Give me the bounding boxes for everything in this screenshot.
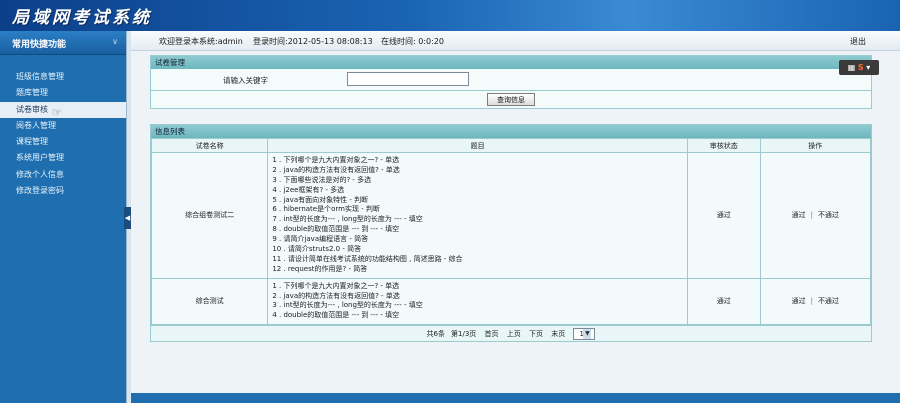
sidebar-item-question-bank[interactable]: 题库管理	[0, 85, 126, 101]
approve-link[interactable]: 通过	[792, 211, 806, 219]
exit-link[interactable]: 退出	[850, 36, 866, 47]
next-page-link[interactable]: 下页	[529, 330, 543, 338]
sidebar-item-edit-profile[interactable]: 修改个人信息	[0, 167, 126, 183]
sidebar-item-change-password[interactable]: 修改登录密码	[0, 183, 126, 199]
search-panel: 试卷管理 请输入关键字 查询信息	[150, 55, 872, 109]
sidebar-menu: 班级信息管理 题库管理 试卷审核 ☞ 阅卷人管理 课程管理 系统用户管理 修改个人…	[0, 69, 126, 199]
bottom-frame	[131, 393, 900, 403]
question-item: 10 . 请简介struts2.0 - 简答	[272, 245, 362, 254]
page-select[interactable]: 1 ▼	[573, 328, 596, 341]
login-time: 登录时间:2012-05-13 08:08:13	[253, 37, 373, 46]
column-header-paper-name: 试卷名称	[150, 138, 269, 153]
question-item: 3 . int型的长度为--- , long型的长度为 --- - 填空	[272, 301, 423, 310]
sidebar-item-paper-review[interactable]: 试卷审核 ☞	[0, 101, 126, 119]
column-header-actions: 操作	[759, 138, 872, 153]
last-page-link[interactable]: 末页	[551, 330, 565, 338]
sidebar: 常用快捷功能 ∨ 班级信息管理 题库管理 试卷审核 ☞ 阅卷人管理 课程管理 系统…	[0, 31, 126, 403]
table-header-row: 试卷名称 题目 审核状态 操作	[150, 138, 872, 153]
table-row: 综合组卷测试二 1 . 下列哪个是九大内置对象之一? - 单选 2 . java…	[150, 152, 872, 279]
column-header-status: 审核状态	[686, 138, 761, 153]
question-item: 1 . 下列哪个是九大内置对象之一? - 单选	[272, 156, 400, 164]
column-header-questions: 题目	[267, 138, 688, 153]
top-banner: 局域网考试系统	[0, 0, 900, 31]
reject-link[interactable]: 不通过	[818, 297, 839, 305]
chevron-down-icon: ▾	[866, 63, 871, 72]
paper-name: 综合测试	[150, 277, 269, 326]
online-time: 在线时间: 0:0:20	[381, 37, 444, 46]
keyword-input[interactable]	[347, 72, 469, 86]
question-list: 1 . 下列哪个是九大内置对象之一? - 单选 2 . java的构造方法有没有…	[267, 152, 688, 279]
question-item: 4 . double的取值范围是 --- 到 --- - 填空	[272, 311, 400, 320]
question-item: 11 . 请设计简单在线考试系统的功能结构图 , 简述思路 - 综合	[272, 254, 463, 263]
widget-logo: S	[857, 63, 864, 72]
grid-icon: ▦	[847, 63, 856, 72]
app-title: 局域网考试系统	[12, 8, 152, 28]
search-panel-title: 试卷管理	[151, 56, 871, 69]
query-button[interactable]: 查询信息	[487, 93, 535, 106]
chevron-down-icon: ▼	[583, 329, 592, 340]
action-cell: 通过 | 不通过	[759, 277, 872, 326]
sidebar-item-grader[interactable]: 阅卷人管理	[0, 118, 126, 134]
welcome-text: 欢迎登录本系统:admin	[159, 37, 243, 46]
action-separator: |	[810, 297, 813, 306]
sidebar-item-class-info[interactable]: 班级信息管理	[0, 69, 126, 85]
question-item: 12 . request的作用是? - 简答	[272, 264, 368, 273]
action-cell: 通过 | 不通过	[759, 152, 872, 279]
action-separator: |	[810, 211, 813, 220]
question-item: 3 . 下面哪些说法是对的? - 多选	[272, 175, 372, 184]
query-button-row: 查询信息	[151, 91, 871, 108]
status-badge: 通过	[686, 277, 761, 326]
sidebar-item-course[interactable]: 课程管理	[0, 134, 126, 150]
page-info: 第1/3页	[451, 330, 477, 339]
list-panel: 信息列表 试卷名称 题目 审核状态 操作 综合组卷测试二 1 . 下列哪个是九大…	[150, 124, 872, 343]
scrollbar[interactable]	[886, 52, 892, 392]
first-page-link[interactable]: 首页	[485, 330, 499, 338]
question-item: 4 . j2ee框架有? - 多选	[272, 185, 345, 194]
sidebar-header[interactable]: 常用快捷功能 ∨	[0, 31, 126, 55]
prev-page-link[interactable]: 上页	[507, 330, 521, 338]
toolbar-widget[interactable]: ▦ S ▾	[839, 60, 879, 75]
question-list: 1 . 下列哪个是九大内置对象之一? - 单选 2 . java的构造方法有没有…	[267, 277, 688, 326]
question-item: 1 . 下列哪个是九大内置对象之一? - 单选	[272, 281, 400, 290]
question-item: 2 . java的构造方法有没有返回值? - 单选	[272, 291, 400, 300]
paper-table: 试卷名称 题目 审核状态 操作 综合组卷测试二 1 . 下列哪个是九大内置对象之…	[150, 138, 872, 326]
table-row: 综合测试 1 . 下列哪个是九大内置对象之一? - 单选 2 . java的构造…	[150, 277, 872, 326]
status-badge: 通过	[686, 152, 761, 279]
paper-name: 综合组卷测试二	[150, 152, 269, 279]
search-row: 请输入关键字	[151, 69, 871, 91]
pagination: 共6条 第1/3页 首页 上页 下页 末页 1 ▼	[151, 325, 871, 342]
question-item: 7 . int型的长度为--- , long型的长度为 --- - 填空	[272, 215, 423, 224]
status-bar: 欢迎登录本系统:admin 登录时间:2012-05-13 08:08:13 在…	[131, 31, 900, 51]
chevron-down-icon[interactable]: ∨	[112, 37, 118, 46]
total-count: 共6条	[426, 330, 446, 339]
keyword-label: 请输入关键字	[223, 76, 268, 85]
question-item: 8 . double的取值范围是 --- 到 --- - 填空	[272, 225, 400, 234]
question-item: 9 . 请简介java编程语言 - 简答	[272, 235, 369, 244]
list-panel-title: 信息列表	[151, 125, 871, 138]
approve-link[interactable]: 通过	[792, 297, 806, 305]
collapse-arrow-icon[interactable]: ◀	[124, 207, 131, 229]
sidebar-header-label: 常用快捷功能	[12, 40, 67, 50]
sidebar-item-system-users[interactable]: 系统用户管理	[0, 150, 126, 166]
question-item: 2 . java的构造方法有没有返回值? - 单选	[272, 165, 400, 174]
reject-link[interactable]: 不通过	[818, 211, 839, 219]
question-item: 6 . hibernate是个orm实现 - 判断	[272, 205, 380, 214]
question-item: 5 . java有面向对象特性 - 判断	[272, 195, 369, 204]
